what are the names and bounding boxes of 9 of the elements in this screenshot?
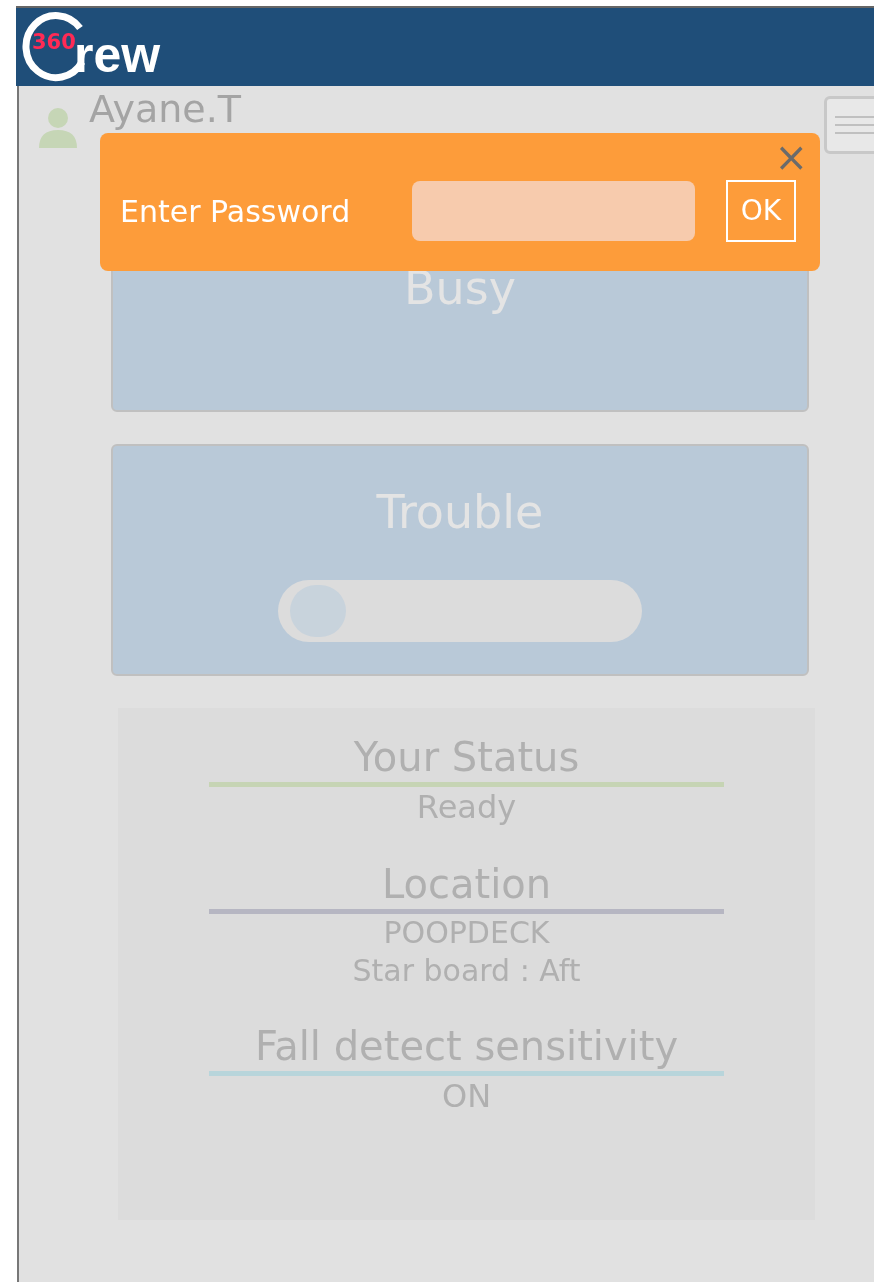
dialog-label: Enter Password xyxy=(120,192,352,231)
logo-number: 360 xyxy=(32,32,76,53)
user-icon xyxy=(37,106,79,148)
logo-word: rew xyxy=(74,30,161,80)
ok-button[interactable]: OK xyxy=(726,180,796,242)
close-button[interactable]: × xyxy=(774,137,808,177)
user-name: Ayane.T xyxy=(89,90,241,128)
password-field[interactable] xyxy=(412,181,695,241)
menu-button[interactable] xyxy=(824,96,874,154)
